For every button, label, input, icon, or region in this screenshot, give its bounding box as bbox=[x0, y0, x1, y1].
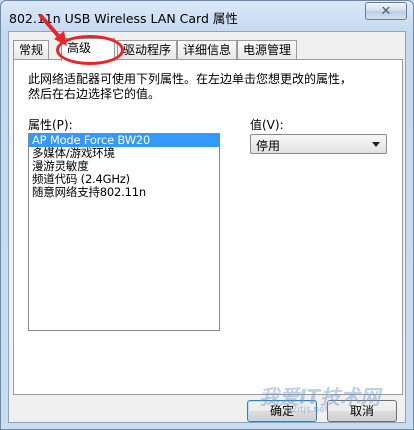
property-label: 属性(P): bbox=[28, 118, 73, 132]
description: 此网络适配器可使用下列属性。在左边单击您想更改的属性， 然后在右边选择它的值。 bbox=[28, 72, 388, 102]
close-icon: ✕ bbox=[380, 3, 392, 19]
property-item[interactable]: 随意网络支持802.11n bbox=[29, 186, 219, 199]
tab-driver[interactable]: 驱动程序 bbox=[117, 40, 178, 60]
value-label: 值(V): bbox=[250, 118, 284, 132]
value-dropdown-selected: 停用 bbox=[256, 139, 281, 153]
dialog-client-area: 常规 高级 驱动程序 详细信息 电源管理 此网络适配器可使用下列属性。在左边单击… bbox=[8, 31, 406, 423]
advanced-panel: 此网络适配器可使用下列属性。在左边单击您想更改的属性， 然后在右边选择它的值。 … bbox=[13, 59, 403, 395]
tab-details[interactable]: 详细信息 bbox=[177, 40, 238, 60]
value-dropdown[interactable]: 停用 bbox=[250, 134, 387, 154]
watermark-url: 52itjs.net bbox=[286, 405, 329, 415]
description-line-2: 然后在右边选择它的值。 bbox=[28, 87, 161, 101]
tab-power-management[interactable]: 电源管理 bbox=[237, 40, 298, 60]
annotation-arrow-icon bbox=[39, 14, 67, 46]
close-button[interactable]: ✕ bbox=[365, 2, 407, 20]
property-listbox[interactable]: AP Mode Force BW20 多媒体/游戏环境 漫游灵敏度 频道代码 (… bbox=[28, 133, 220, 331]
chevron-down-icon bbox=[372, 142, 380, 147]
description-line-1: 此网络适配器可使用下列属性。在左边单击您想更改的属性， bbox=[28, 72, 353, 86]
properties-dialog: 802.11n USB Wireless LAN Card 属性 ✕ 常规 高级… bbox=[0, 0, 414, 430]
